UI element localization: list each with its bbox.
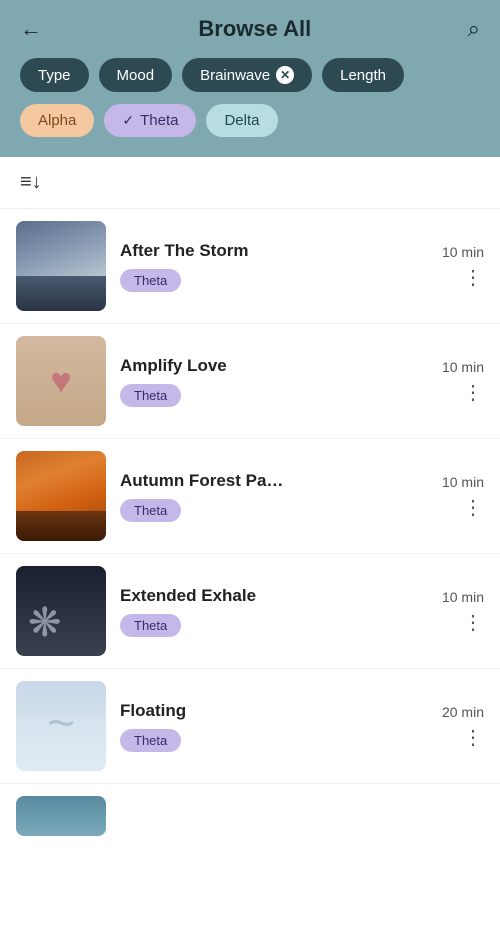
item-duration: 10 min — [442, 244, 484, 260]
more-options-button[interactable]: ⋮ — [463, 613, 484, 633]
filter-type-button[interactable]: Type — [20, 58, 89, 92]
item-tag[interactable]: Theta — [120, 269, 181, 292]
item-duration: 10 min — [442, 474, 484, 490]
item-tag[interactable]: Theta — [120, 499, 181, 522]
item-meta: 10 min ⋮ — [442, 244, 484, 288]
item-meta: 10 min ⋮ — [442, 589, 484, 633]
item-title: Floating — [120, 701, 428, 721]
item-duration: 10 min — [442, 359, 484, 375]
thumbnail-partial[interactable] — [16, 796, 106, 836]
filter-mood-button[interactable]: Mood — [99, 58, 173, 92]
item-title: Autumn Forest Pa… — [120, 471, 428, 491]
list-item: Floating Theta 20 min ⋮ — [0, 669, 500, 784]
filter-delta-button[interactable]: Delta — [206, 104, 277, 137]
thumbnail-autumn-forest[interactable] — [16, 451, 106, 541]
brainwave-sub-filters: Alpha ✓ Theta Delta — [20, 104, 480, 137]
list-item: Autumn Forest Pa… Theta 10 min ⋮ — [0, 439, 500, 554]
sort-bar[interactable]: ≡↓ — [0, 157, 500, 209]
item-meta: 10 min ⋮ — [442, 474, 484, 518]
header: ← Browse All ⌕ Type Mood Brainwave ✕ Len… — [0, 0, 500, 157]
item-info: Floating Theta — [120, 701, 428, 752]
sort-icon: ≡↓ — [20, 171, 42, 193]
item-meta: 10 min ⋮ — [442, 359, 484, 403]
item-title: After The Storm — [120, 241, 428, 261]
item-info: Autumn Forest Pa… Theta — [120, 471, 428, 522]
content-area: ≡↓ After The Storm Theta 10 min ⋮ Amplif… — [0, 157, 500, 836]
thumbnail-amplify-love[interactable] — [16, 336, 106, 426]
filter-alpha-button[interactable]: Alpha — [20, 104, 94, 137]
filter-row: Type Mood Brainwave ✕ Length — [20, 58, 480, 92]
item-tag[interactable]: Theta — [120, 729, 181, 752]
brainwave-close-icon[interactable]: ✕ — [276, 66, 294, 84]
more-options-button[interactable]: ⋮ — [463, 383, 484, 403]
item-title: Amplify Love — [120, 356, 428, 376]
item-info: After The Storm Theta — [120, 241, 428, 292]
check-icon: ✓ — [122, 112, 134, 129]
search-icon[interactable]: ⌕ — [468, 16, 480, 42]
thumbnail-after-the-storm[interactable] — [16, 221, 106, 311]
list-item — [0, 784, 500, 836]
list-item: Amplify Love Theta 10 min ⋮ — [0, 324, 500, 439]
more-options-button[interactable]: ⋮ — [463, 728, 484, 748]
item-info: Extended Exhale Theta — [120, 586, 428, 637]
item-duration: 20 min — [442, 704, 484, 720]
thumbnail-floating[interactable] — [16, 681, 106, 771]
page-title: Browse All — [198, 16, 311, 42]
list-item: Extended Exhale Theta 10 min ⋮ — [0, 554, 500, 669]
item-tag[interactable]: Theta — [120, 614, 181, 637]
item-info: Amplify Love Theta — [120, 356, 428, 407]
item-meta: 20 min ⋮ — [442, 704, 484, 748]
item-tag[interactable]: Theta — [120, 384, 181, 407]
filter-length-button[interactable]: Length — [322, 58, 404, 92]
more-options-button[interactable]: ⋮ — [463, 268, 484, 288]
item-title: Extended Exhale — [120, 586, 428, 606]
list-item: After The Storm Theta 10 min ⋮ — [0, 209, 500, 324]
item-duration: 10 min — [442, 589, 484, 605]
header-top: ← Browse All ⌕ — [20, 16, 480, 42]
filter-theta-button[interactable]: ✓ Theta — [104, 104, 196, 137]
more-options-button[interactable]: ⋮ — [463, 498, 484, 518]
thumbnail-extended-exhale[interactable] — [16, 566, 106, 656]
back-button[interactable]: ← — [20, 16, 42, 42]
filter-brainwave-button[interactable]: Brainwave ✕ — [182, 58, 312, 92]
